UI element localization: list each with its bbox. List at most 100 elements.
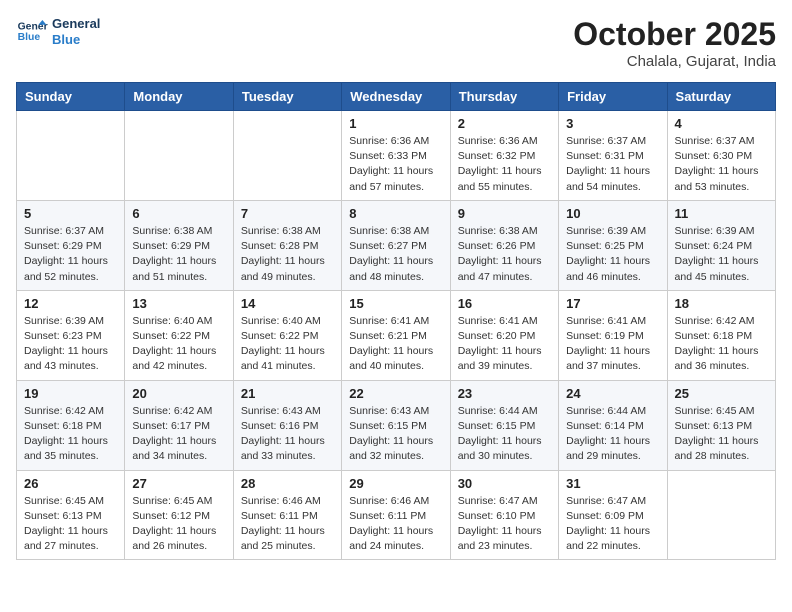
- calendar-cell: 11 Sunrise: 6:39 AM Sunset: 6:24 PM Dayli…: [667, 200, 775, 290]
- day-number: 11: [675, 206, 768, 221]
- day-info: Sunrise: 6:42 AM Sunset: 6:17 PM Dayligh…: [132, 404, 225, 465]
- day-info: Sunrise: 6:38 AM Sunset: 6:29 PM Dayligh…: [132, 224, 225, 285]
- calendar-week-5: 26 Sunrise: 6:45 AM Sunset: 6:13 PM Dayli…: [17, 470, 776, 560]
- day-info: Sunrise: 6:46 AM Sunset: 6:11 PM Dayligh…: [349, 494, 442, 555]
- day-number: 1: [349, 116, 442, 131]
- weekday-header-friday: Friday: [559, 83, 667, 111]
- day-info: Sunrise: 6:44 AM Sunset: 6:14 PM Dayligh…: [566, 404, 659, 465]
- day-info: Sunrise: 6:36 AM Sunset: 6:32 PM Dayligh…: [458, 134, 551, 195]
- day-info: Sunrise: 6:44 AM Sunset: 6:15 PM Dayligh…: [458, 404, 551, 465]
- day-number: 22: [349, 386, 442, 401]
- day-info: Sunrise: 6:37 AM Sunset: 6:30 PM Dayligh…: [675, 134, 768, 195]
- day-info: Sunrise: 6:39 AM Sunset: 6:24 PM Dayligh…: [675, 224, 768, 285]
- day-info: Sunrise: 6:38 AM Sunset: 6:28 PM Dayligh…: [241, 224, 334, 285]
- day-number: 6: [132, 206, 225, 221]
- calendar-cell: 30Sunrise: 6:47 AM Sunset: 6:10 PM Dayli…: [450, 470, 558, 560]
- weekday-header-sunday: Sunday: [17, 83, 125, 111]
- calendar-cell: 18 Sunrise: 6:42 AM Sunset: 6:18 PM Dayli…: [667, 290, 775, 380]
- day-number: 28: [241, 476, 334, 491]
- calendar-cell: 28 Sunrise: 6:46 AM Sunset: 6:11 PM Dayli…: [233, 470, 341, 560]
- calendar-cell: 16 Sunrise: 6:41 AM Sunset: 6:20 PM Dayli…: [450, 290, 558, 380]
- day-number: 12: [24, 296, 117, 311]
- day-info: Sunrise: 6:40 AM Sunset: 6:22 PM Dayligh…: [241, 314, 334, 375]
- logo-text-general: General: [52, 16, 100, 32]
- day-number: 30: [458, 476, 551, 491]
- day-info: Sunrise: 6:39 AM Sunset: 6:25 PM Dayligh…: [566, 224, 659, 285]
- day-info: Sunrise: 6:45 AM Sunset: 6:12 PM Dayligh…: [132, 494, 225, 555]
- day-info: Sunrise: 6:46 AM Sunset: 6:11 PM Dayligh…: [241, 494, 334, 555]
- month-title: October 2025: [573, 16, 776, 53]
- calendar-cell: [233, 111, 341, 201]
- calendar-header-row: SundayMondayTuesdayWednesdayThursdayFrid…: [17, 83, 776, 111]
- page-header: General Blue General Blue October 2025 C…: [16, 16, 776, 70]
- day-number: 16: [458, 296, 551, 311]
- weekday-header-saturday: Saturday: [667, 83, 775, 111]
- calendar-cell: 13Sunrise: 6:40 AM Sunset: 6:22 PM Dayli…: [125, 290, 233, 380]
- calendar-cell: 26 Sunrise: 6:45 AM Sunset: 6:13 PM Dayli…: [17, 470, 125, 560]
- day-info: Sunrise: 6:41 AM Sunset: 6:19 PM Dayligh…: [566, 314, 659, 375]
- day-info: Sunrise: 6:39 AM Sunset: 6:23 PM Dayligh…: [24, 314, 117, 375]
- weekday-header-monday: Monday: [125, 83, 233, 111]
- weekday-header-wednesday: Wednesday: [342, 83, 450, 111]
- day-number: 7: [241, 206, 334, 221]
- calendar-week-2: 5Sunrise: 6:37 AM Sunset: 6:29 PM Daylig…: [17, 200, 776, 290]
- calendar-cell: 2Sunrise: 6:36 AM Sunset: 6:32 PM Daylig…: [450, 111, 558, 201]
- day-number: 23: [458, 386, 551, 401]
- day-number: 17: [566, 296, 659, 311]
- calendar-cell: [667, 470, 775, 560]
- calendar-cell: 8 Sunrise: 6:38 AM Sunset: 6:27 PM Daylig…: [342, 200, 450, 290]
- day-number: 29: [349, 476, 442, 491]
- day-number: 10: [566, 206, 659, 221]
- day-number: 25: [675, 386, 768, 401]
- calendar-cell: 23 Sunrise: 6:44 AM Sunset: 6:15 PM Dayli…: [450, 380, 558, 470]
- weekday-header-tuesday: Tuesday: [233, 83, 341, 111]
- calendar-week-4: 19 Sunrise: 6:42 AM Sunset: 6:18 PM Dayli…: [17, 380, 776, 470]
- day-info: Sunrise: 6:42 AM Sunset: 6:18 PM Dayligh…: [675, 314, 768, 375]
- calendar-cell: 22Sunrise: 6:43 AM Sunset: 6:15 PM Dayli…: [342, 380, 450, 470]
- day-number: 3: [566, 116, 659, 131]
- calendar-cell: 1 Sunrise: 6:36 AM Sunset: 6:33 PM Daylig…: [342, 111, 450, 201]
- calendar-cell: 14 Sunrise: 6:40 AM Sunset: 6:22 PM Dayli…: [233, 290, 341, 380]
- calendar-cell: 7 Sunrise: 6:38 AM Sunset: 6:28 PM Daylig…: [233, 200, 341, 290]
- calendar-cell: 15Sunrise: 6:41 AM Sunset: 6:21 PM Dayli…: [342, 290, 450, 380]
- weekday-header-thursday: Thursday: [450, 83, 558, 111]
- day-info: Sunrise: 6:38 AM Sunset: 6:26 PM Dayligh…: [458, 224, 551, 285]
- day-number: 4: [675, 116, 768, 131]
- day-info: Sunrise: 6:47 AM Sunset: 6:09 PM Dayligh…: [566, 494, 659, 555]
- day-number: 14: [241, 296, 334, 311]
- calendar-cell: 27Sunrise: 6:45 AM Sunset: 6:12 PM Dayli…: [125, 470, 233, 560]
- day-info: Sunrise: 6:45 AM Sunset: 6:13 PM Dayligh…: [24, 494, 117, 555]
- day-number: 20: [132, 386, 225, 401]
- day-info: Sunrise: 6:41 AM Sunset: 6:20 PM Dayligh…: [458, 314, 551, 375]
- calendar-cell: 9Sunrise: 6:38 AM Sunset: 6:26 PM Daylig…: [450, 200, 558, 290]
- day-number: 15: [349, 296, 442, 311]
- calendar-cell: 5Sunrise: 6:37 AM Sunset: 6:29 PM Daylig…: [17, 200, 125, 290]
- day-number: 18: [675, 296, 768, 311]
- day-info: Sunrise: 6:42 AM Sunset: 6:18 PM Dayligh…: [24, 404, 117, 465]
- day-info: Sunrise: 6:45 AM Sunset: 6:13 PM Dayligh…: [675, 404, 768, 465]
- day-number: 26: [24, 476, 117, 491]
- day-info: Sunrise: 6:37 AM Sunset: 6:31 PM Dayligh…: [566, 134, 659, 195]
- calendar-cell: 21Sunrise: 6:43 AM Sunset: 6:16 PM Dayli…: [233, 380, 341, 470]
- calendar-cell: 12 Sunrise: 6:39 AM Sunset: 6:23 PM Dayli…: [17, 290, 125, 380]
- calendar-cell: [125, 111, 233, 201]
- calendar-cell: 3 Sunrise: 6:37 AM Sunset: 6:31 PM Daylig…: [559, 111, 667, 201]
- calendar-cell: 20 Sunrise: 6:42 AM Sunset: 6:17 PM Dayli…: [125, 380, 233, 470]
- title-block: October 2025 Chalala, Gujarat, India: [573, 16, 776, 70]
- calendar-cell: 17 Sunrise: 6:41 AM Sunset: 6:19 PM Dayli…: [559, 290, 667, 380]
- day-number: 8: [349, 206, 442, 221]
- calendar-cell: 31 Sunrise: 6:47 AM Sunset: 6:09 PM Dayli…: [559, 470, 667, 560]
- day-info: Sunrise: 6:43 AM Sunset: 6:16 PM Dayligh…: [241, 404, 334, 465]
- calendar-cell: 19 Sunrise: 6:42 AM Sunset: 6:18 PM Dayli…: [17, 380, 125, 470]
- day-info: Sunrise: 6:38 AM Sunset: 6:27 PM Dayligh…: [349, 224, 442, 285]
- day-info: Sunrise: 6:36 AM Sunset: 6:33 PM Dayligh…: [349, 134, 442, 195]
- day-info: Sunrise: 6:37 AM Sunset: 6:29 PM Dayligh…: [24, 224, 117, 285]
- day-number: 31: [566, 476, 659, 491]
- calendar-cell: [17, 111, 125, 201]
- day-number: 13: [132, 296, 225, 311]
- logo-icon: General Blue: [16, 18, 48, 46]
- logo-text-blue: Blue: [52, 32, 100, 48]
- logo: General Blue General Blue: [16, 16, 100, 47]
- day-number: 19: [24, 386, 117, 401]
- calendar-cell: 4 Sunrise: 6:37 AM Sunset: 6:30 PM Daylig…: [667, 111, 775, 201]
